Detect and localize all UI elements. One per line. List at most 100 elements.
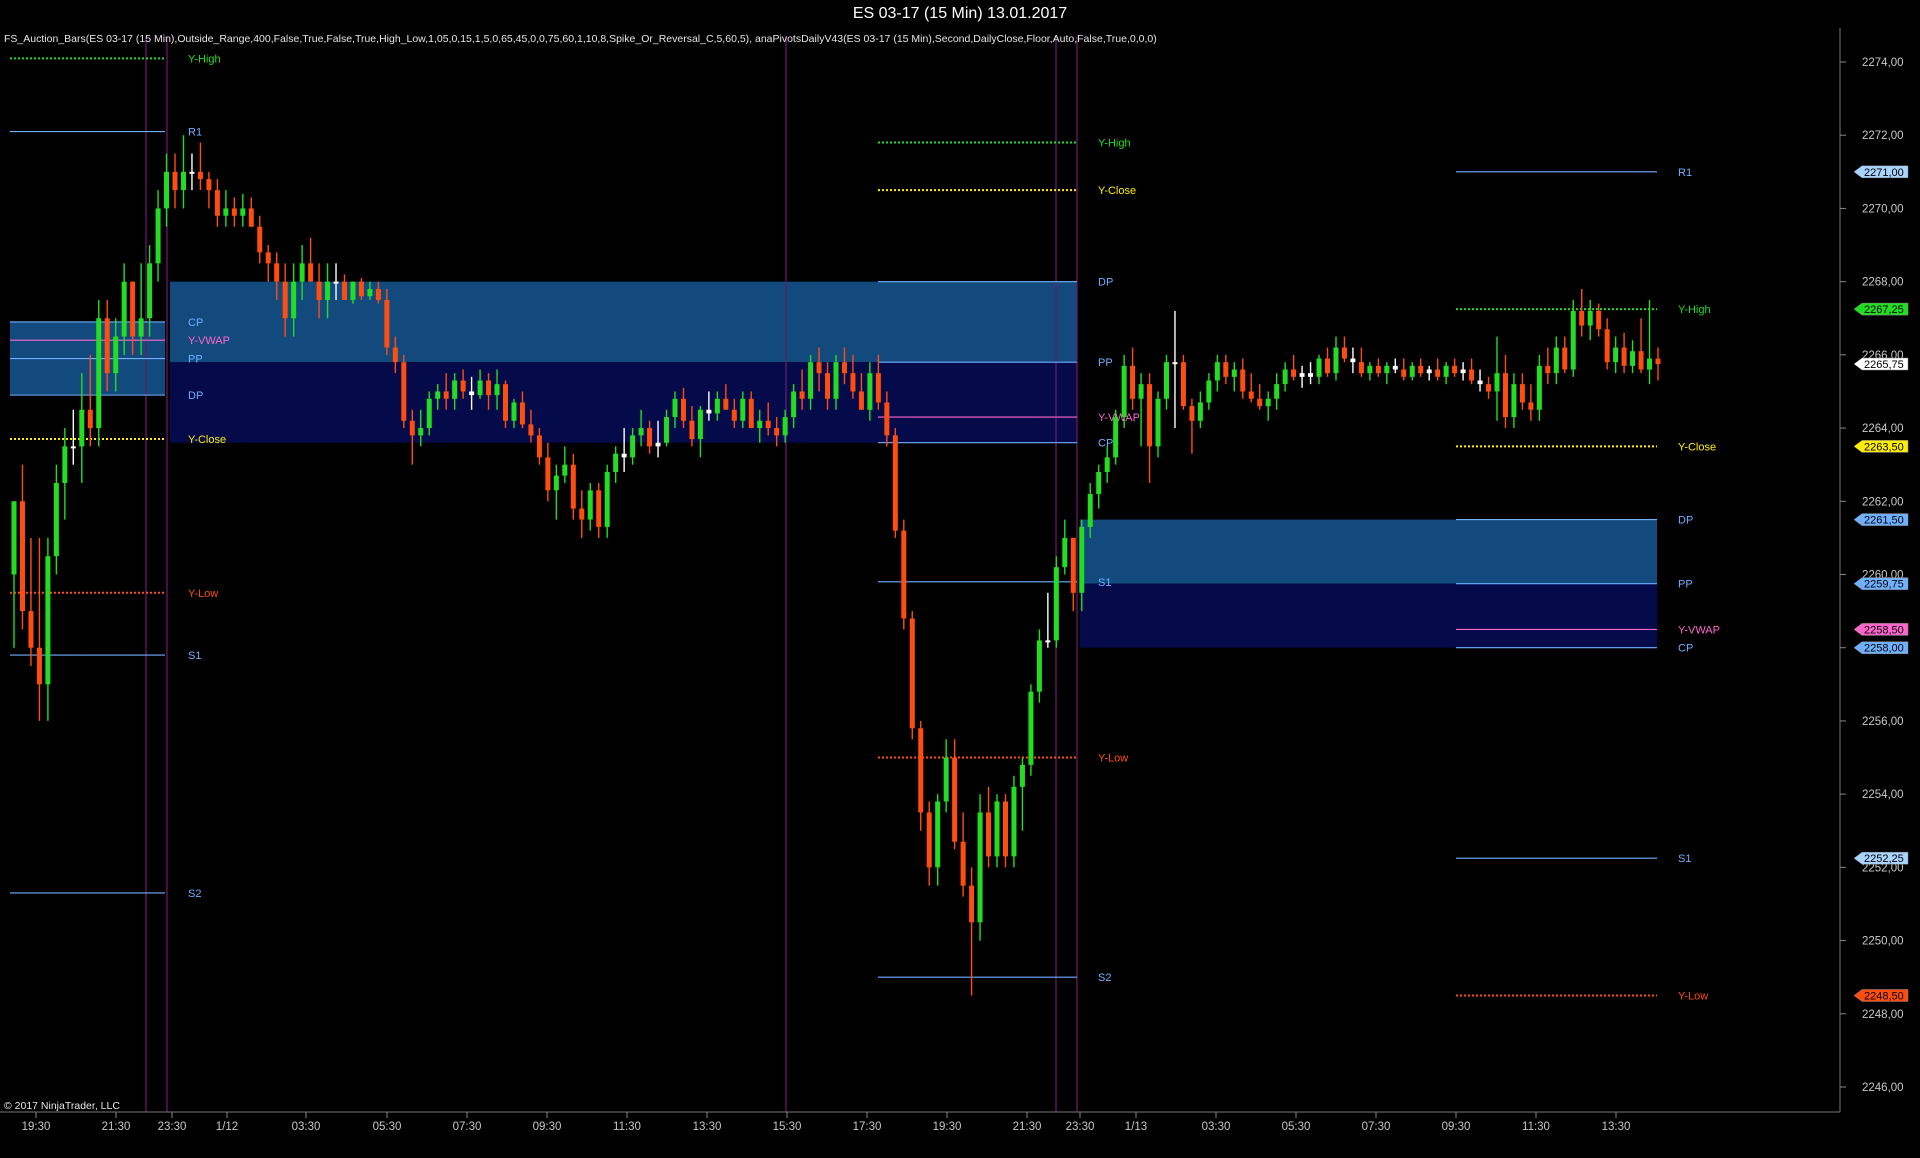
candle-body bbox=[841, 362, 847, 374]
candle-body bbox=[299, 263, 305, 282]
candle-body bbox=[172, 171, 178, 191]
candle bbox=[1341, 336, 1347, 363]
candle-body bbox=[1079, 526, 1085, 593]
candle-body bbox=[333, 281, 339, 284]
time-tick-label: 23:30 bbox=[1066, 1121, 1095, 1133]
candle-body bbox=[1163, 362, 1169, 399]
candle-body bbox=[596, 490, 602, 527]
candle-body bbox=[1223, 362, 1229, 377]
candle-body bbox=[867, 373, 873, 410]
candle-body bbox=[1265, 398, 1271, 407]
price-chart[interactable]: Y-High R1 CP Y-VWAP PP DP Y-Close Y-Low S1 S2 Y-Hi… bbox=[0, 0, 1920, 1158]
candle-body bbox=[164, 171, 170, 209]
candle-body bbox=[1180, 362, 1186, 407]
candle bbox=[11, 501, 17, 648]
candle-body bbox=[1511, 384, 1517, 418]
candle bbox=[1299, 365, 1305, 388]
price-marker-label: 2252,25 bbox=[1864, 853, 1904, 865]
candle-body bbox=[274, 263, 280, 282]
candle-body bbox=[1299, 373, 1305, 377]
candle-body bbox=[1630, 351, 1636, 366]
candle-body bbox=[1435, 369, 1441, 377]
time-tick-label: 21:30 bbox=[102, 1121, 131, 1133]
candle-body bbox=[1426, 369, 1432, 374]
candle-body bbox=[384, 299, 390, 348]
time-tick-label: 05:30 bbox=[1282, 1121, 1311, 1133]
candle bbox=[36, 537, 42, 721]
candle bbox=[1231, 362, 1237, 392]
candle-body bbox=[909, 618, 915, 729]
time-tick-label: 1/13 bbox=[1125, 1121, 1147, 1133]
candle-body bbox=[282, 281, 288, 319]
candle-body bbox=[519, 402, 525, 425]
candle bbox=[1147, 373, 1153, 483]
candle bbox=[96, 299, 102, 447]
candle-body bbox=[180, 171, 186, 191]
candle bbox=[1477, 369, 1483, 392]
candle-body bbox=[1087, 493, 1093, 527]
candle-body bbox=[765, 420, 771, 429]
candle-body bbox=[87, 409, 93, 429]
price-marker: 2261,50 bbox=[1853, 513, 1909, 527]
candle-body bbox=[1325, 358, 1331, 374]
candle-body bbox=[257, 226, 263, 253]
price-marker: 2263,50 bbox=[1853, 440, 1909, 453]
candle-body bbox=[223, 208, 229, 216]
pivot-label-r1: R1 bbox=[188, 127, 202, 139]
candle-body bbox=[1248, 391, 1254, 399]
candle bbox=[1121, 354, 1127, 429]
pivot-label-cp: CP bbox=[1098, 438, 1113, 450]
candle bbox=[1155, 391, 1161, 458]
time-tick-label: 07:30 bbox=[453, 1121, 482, 1133]
candle bbox=[1265, 391, 1271, 421]
price-marker-label: 2271,00 bbox=[1864, 167, 1904, 179]
candle-body bbox=[977, 812, 983, 923]
candle-body bbox=[1011, 786, 1017, 857]
pivot-label-y-low: Y-Low bbox=[1678, 990, 1708, 1002]
candle bbox=[926, 801, 932, 886]
candle bbox=[1180, 354, 1186, 410]
time-tick-label: 19:30 bbox=[933, 1121, 962, 1133]
pivot-label-s2: S2 bbox=[1098, 972, 1111, 984]
time-tick-label: 03:30 bbox=[292, 1121, 321, 1133]
candle bbox=[697, 406, 703, 458]
candle-body bbox=[325, 281, 331, 300]
time-tick-label: 21:30 bbox=[1013, 1121, 1042, 1133]
candle-body bbox=[308, 263, 314, 282]
candle bbox=[1274, 373, 1280, 410]
candle-body bbox=[655, 442, 661, 447]
candle bbox=[248, 197, 254, 227]
price-tick-label: 2250,00 bbox=[1862, 936, 1904, 948]
candle-body bbox=[435, 391, 441, 399]
candle-body bbox=[1553, 347, 1559, 374]
candle-body bbox=[604, 472, 610, 527]
pivot-label-cp: CP bbox=[188, 317, 203, 329]
candle-body bbox=[1062, 537, 1068, 568]
time-tick-label: 13:30 bbox=[693, 1121, 722, 1133]
candle bbox=[1223, 354, 1229, 385]
candle bbox=[986, 786, 992, 868]
candle-body bbox=[630, 435, 636, 458]
candle-body bbox=[952, 757, 958, 842]
candle-body bbox=[341, 281, 347, 300]
candle bbox=[223, 190, 229, 227]
candle-body bbox=[1502, 373, 1508, 418]
pivot-label-y-high: Y-High bbox=[1678, 304, 1711, 316]
candle bbox=[1426, 365, 1432, 381]
candle-body bbox=[494, 384, 500, 396]
time-tick-label: 09:30 bbox=[1442, 1121, 1471, 1133]
candle-body bbox=[647, 428, 653, 447]
candle bbox=[1028, 684, 1034, 776]
candle bbox=[1138, 373, 1144, 447]
candle bbox=[1613, 336, 1619, 374]
candle bbox=[1519, 373, 1525, 410]
candle-body bbox=[1486, 384, 1492, 392]
candle bbox=[1257, 384, 1263, 410]
candle-body bbox=[1113, 417, 1119, 458]
candle bbox=[1130, 347, 1136, 410]
candle bbox=[45, 537, 51, 721]
candle-body bbox=[1155, 398, 1161, 447]
candle bbox=[19, 464, 25, 630]
candle-body bbox=[1587, 310, 1593, 326]
candle bbox=[257, 215, 263, 264]
